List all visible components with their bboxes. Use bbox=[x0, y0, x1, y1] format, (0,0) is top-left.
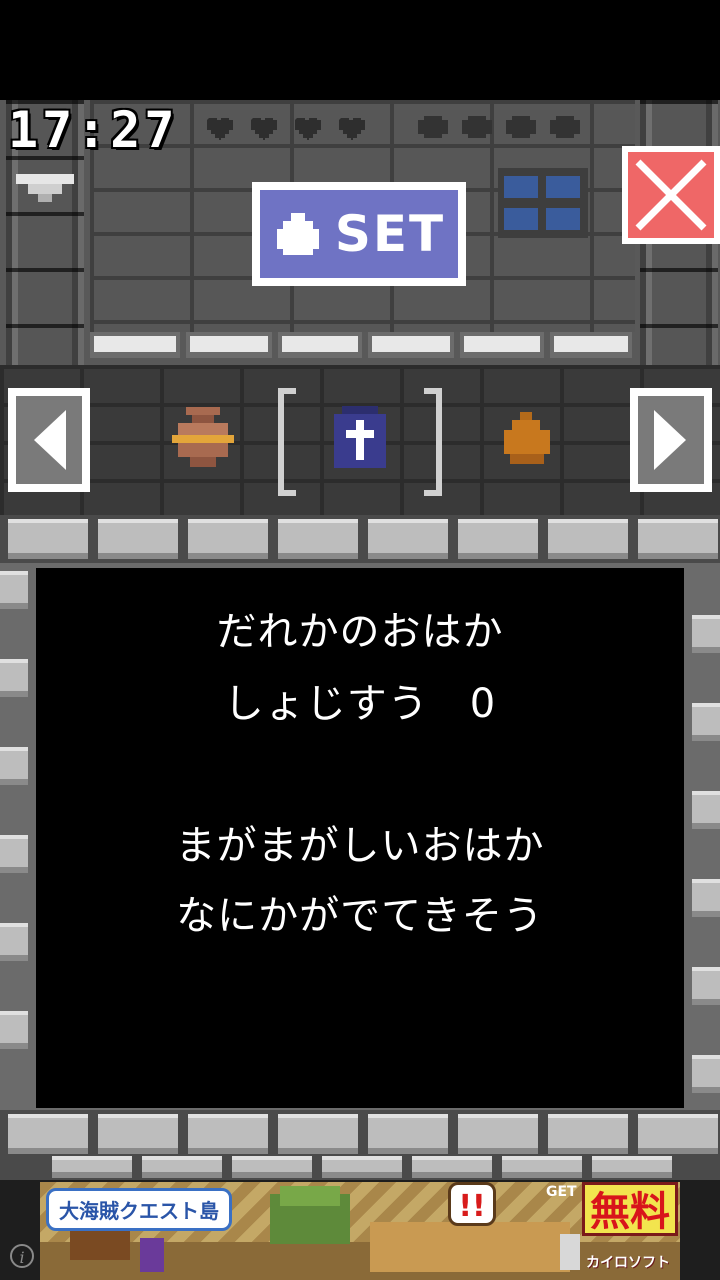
ledge-block bbox=[278, 332, 362, 358]
heart-filled-icon bbox=[295, 118, 321, 140]
next-item-button[interactable] bbox=[630, 388, 712, 492]
heart-filled-icon bbox=[339, 118, 365, 140]
message-line-4: なにかがでてきそう bbox=[176, 893, 544, 939]
info-icon[interactable]: i bbox=[10, 1244, 34, 1268]
close-icon bbox=[635, 159, 707, 231]
brick-band bbox=[0, 1110, 720, 1180]
clock: 17:27 bbox=[8, 101, 179, 159]
ledge-block bbox=[368, 332, 454, 358]
ledge-block bbox=[550, 332, 632, 358]
selection-bracket-right bbox=[424, 388, 442, 496]
ledge-block bbox=[186, 332, 272, 358]
prev-item-button[interactable] bbox=[8, 388, 90, 492]
heart-empty-icon bbox=[550, 116, 580, 138]
heart-filled-icon bbox=[251, 118, 277, 140]
close-button[interactable] bbox=[622, 146, 720, 244]
message-line-3: まがまがしいおはか bbox=[175, 823, 545, 869]
message-line-1: だれかのおはか bbox=[216, 609, 504, 655]
heart-empty-icon bbox=[506, 116, 536, 138]
top-black-bar bbox=[0, 0, 720, 100]
ledge-block bbox=[460, 332, 544, 358]
wall-light-icon bbox=[16, 174, 74, 202]
set-button-label: SET bbox=[334, 205, 446, 263]
arrow-right-icon bbox=[654, 410, 686, 470]
ad-get-label: GET bbox=[546, 1184, 577, 1200]
window bbox=[498, 168, 588, 238]
set-button[interactable]: SET bbox=[252, 182, 466, 286]
pouch-icon[interactable] bbox=[500, 410, 554, 468]
ad-free-badge: 無料 bbox=[582, 1182, 678, 1236]
heart-filled-icon bbox=[207, 118, 233, 140]
message-line-2: しょじすう 0 bbox=[223, 681, 497, 727]
urn-icon[interactable] bbox=[170, 405, 236, 469]
ad-brand: カイロソフト bbox=[586, 1255, 670, 1271]
ad-title: 大海賊クエスト島 bbox=[46, 1188, 232, 1231]
heart-empty-icon bbox=[462, 116, 492, 138]
selection-bracket-left bbox=[278, 388, 296, 496]
ledge-block bbox=[90, 332, 180, 358]
brick-band bbox=[0, 515, 720, 563]
arrow-left-icon bbox=[34, 410, 66, 470]
tombstone-icon[interactable] bbox=[328, 404, 392, 470]
pouch-icon bbox=[276, 213, 319, 255]
ad-speech-bubble: !! bbox=[448, 1182, 496, 1226]
heart-empty-icon bbox=[418, 116, 448, 138]
